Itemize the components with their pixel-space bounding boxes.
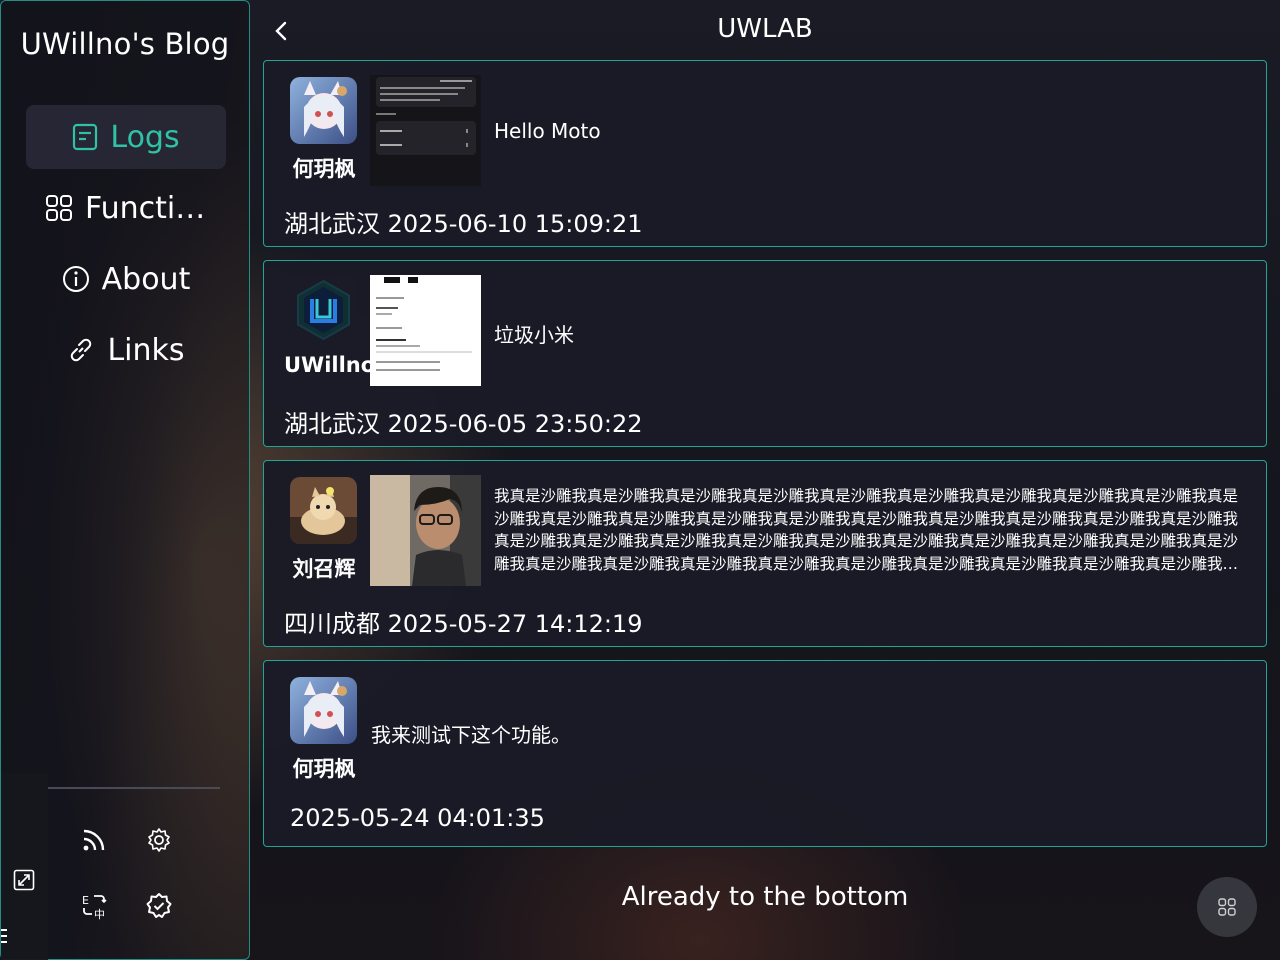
sidebar-item-functions[interactable]: Functions <box>26 176 226 240</box>
post-time: 2025-06-05 23:50:22 <box>387 410 643 438</box>
grid-icon <box>46 195 72 221</box>
post-author: 何玥枫 <box>292 157 356 181</box>
post-time: 2025-05-27 14:12:19 <box>387 610 643 638</box>
avatar[interactable] <box>290 677 357 744</box>
post-image[interactable] <box>370 75 481 186</box>
post-author: 刘召辉 <box>292 557 356 581</box>
side-strip <box>1 773 48 960</box>
sidebar-item-label: Functions <box>85 190 207 226</box>
post-meta: 四川成都 2025-05-27 14:12:19 <box>284 604 643 639</box>
sidebar-item-label: About <box>101 261 191 297</box>
post-meta: 2025-05-24 04:01:35 <box>290 804 545 832</box>
avatar[interactable] <box>290 77 357 144</box>
sidebar-item-links[interactable]: Links <box>26 318 226 382</box>
post-text: 我来测试下这个功能。 <box>371 723 571 747</box>
svg-text:中: 中 <box>94 908 105 920</box>
rss-icon[interactable] <box>78 824 110 856</box>
sidebar-item-logs[interactable]: Logs <box>26 105 226 169</box>
sidebar: UWillno's Blog Logs Functions About Link… <box>0 0 250 960</box>
post-image[interactable] <box>370 475 481 586</box>
post-text: Hello Moto <box>494 119 601 143</box>
post-text: 我真是沙雕我真是沙雕我真是沙雕我真是沙雕我真是沙雕我真是沙雕我真是沙雕我真是沙雕… <box>494 487 1239 573</box>
link-icon <box>71 338 92 362</box>
post-location: 四川成都 <box>284 610 380 638</box>
bottom-note: Already to the bottom <box>621 882 909 912</box>
post-card[interactable]: 刘召辉 我真是沙雕我真是沙雕我真是沙雕我真是沙雕我真是沙雕我真是沙雕我真是沙雕我… <box>263 460 1267 647</box>
gear-icon[interactable] <box>143 824 175 856</box>
sidebar-item-label: Logs <box>110 119 180 155</box>
page-title: UWLAB <box>717 14 813 44</box>
sidebar-divider <box>48 787 220 789</box>
translate-icon[interactable]: E中 <box>78 890 110 922</box>
menu-icon[interactable] <box>1 927 7 945</box>
sidebar-item-label: Links <box>107 332 185 368</box>
post-meta: 湖北武汉 2025-06-10 15:09:21 <box>284 204 643 239</box>
post-meta: 湖北武汉 2025-06-05 23:50:22 <box>284 404 643 439</box>
svg-text:E: E <box>82 894 89 907</box>
post-card[interactable]: UWillno 垃圾小米 湖北武汉 2025-06-05 23:50:22 <box>263 260 1267 447</box>
info-icon <box>62 266 89 292</box>
post-card[interactable]: 何玥枫 Hello Moto 湖北武汉 2025-06-10 15:09:21 <box>263 60 1267 247</box>
settings-badge-icon[interactable] <box>143 890 175 922</box>
document-icon <box>73 123 98 151</box>
sidebar-item-about[interactable]: About <box>26 247 226 311</box>
post-time: 2025-06-10 15:09:21 <box>387 210 643 238</box>
post-location: 湖北武汉 <box>284 210 380 238</box>
post-text: 垃圾小米 <box>494 323 574 347</box>
avatar[interactable] <box>290 277 357 344</box>
post-image[interactable] <box>370 275 481 386</box>
grid-icon <box>1218 898 1236 916</box>
post-card[interactable]: 何玥枫 我来测试下这个功能。 2025-05-24 04:01:35 <box>263 660 1267 847</box>
avatar[interactable] <box>290 477 357 544</box>
floating-menu-button[interactable] <box>1197 877 1257 937</box>
expand-icon[interactable] <box>13 869 35 895</box>
post-time: 2025-05-24 04:01:35 <box>290 804 545 832</box>
post-location: 湖北武汉 <box>284 410 380 438</box>
post-author: 何玥枫 <box>292 757 356 781</box>
post-author: UWillno <box>284 353 376 377</box>
blog-title: UWillno's Blog <box>20 27 230 61</box>
